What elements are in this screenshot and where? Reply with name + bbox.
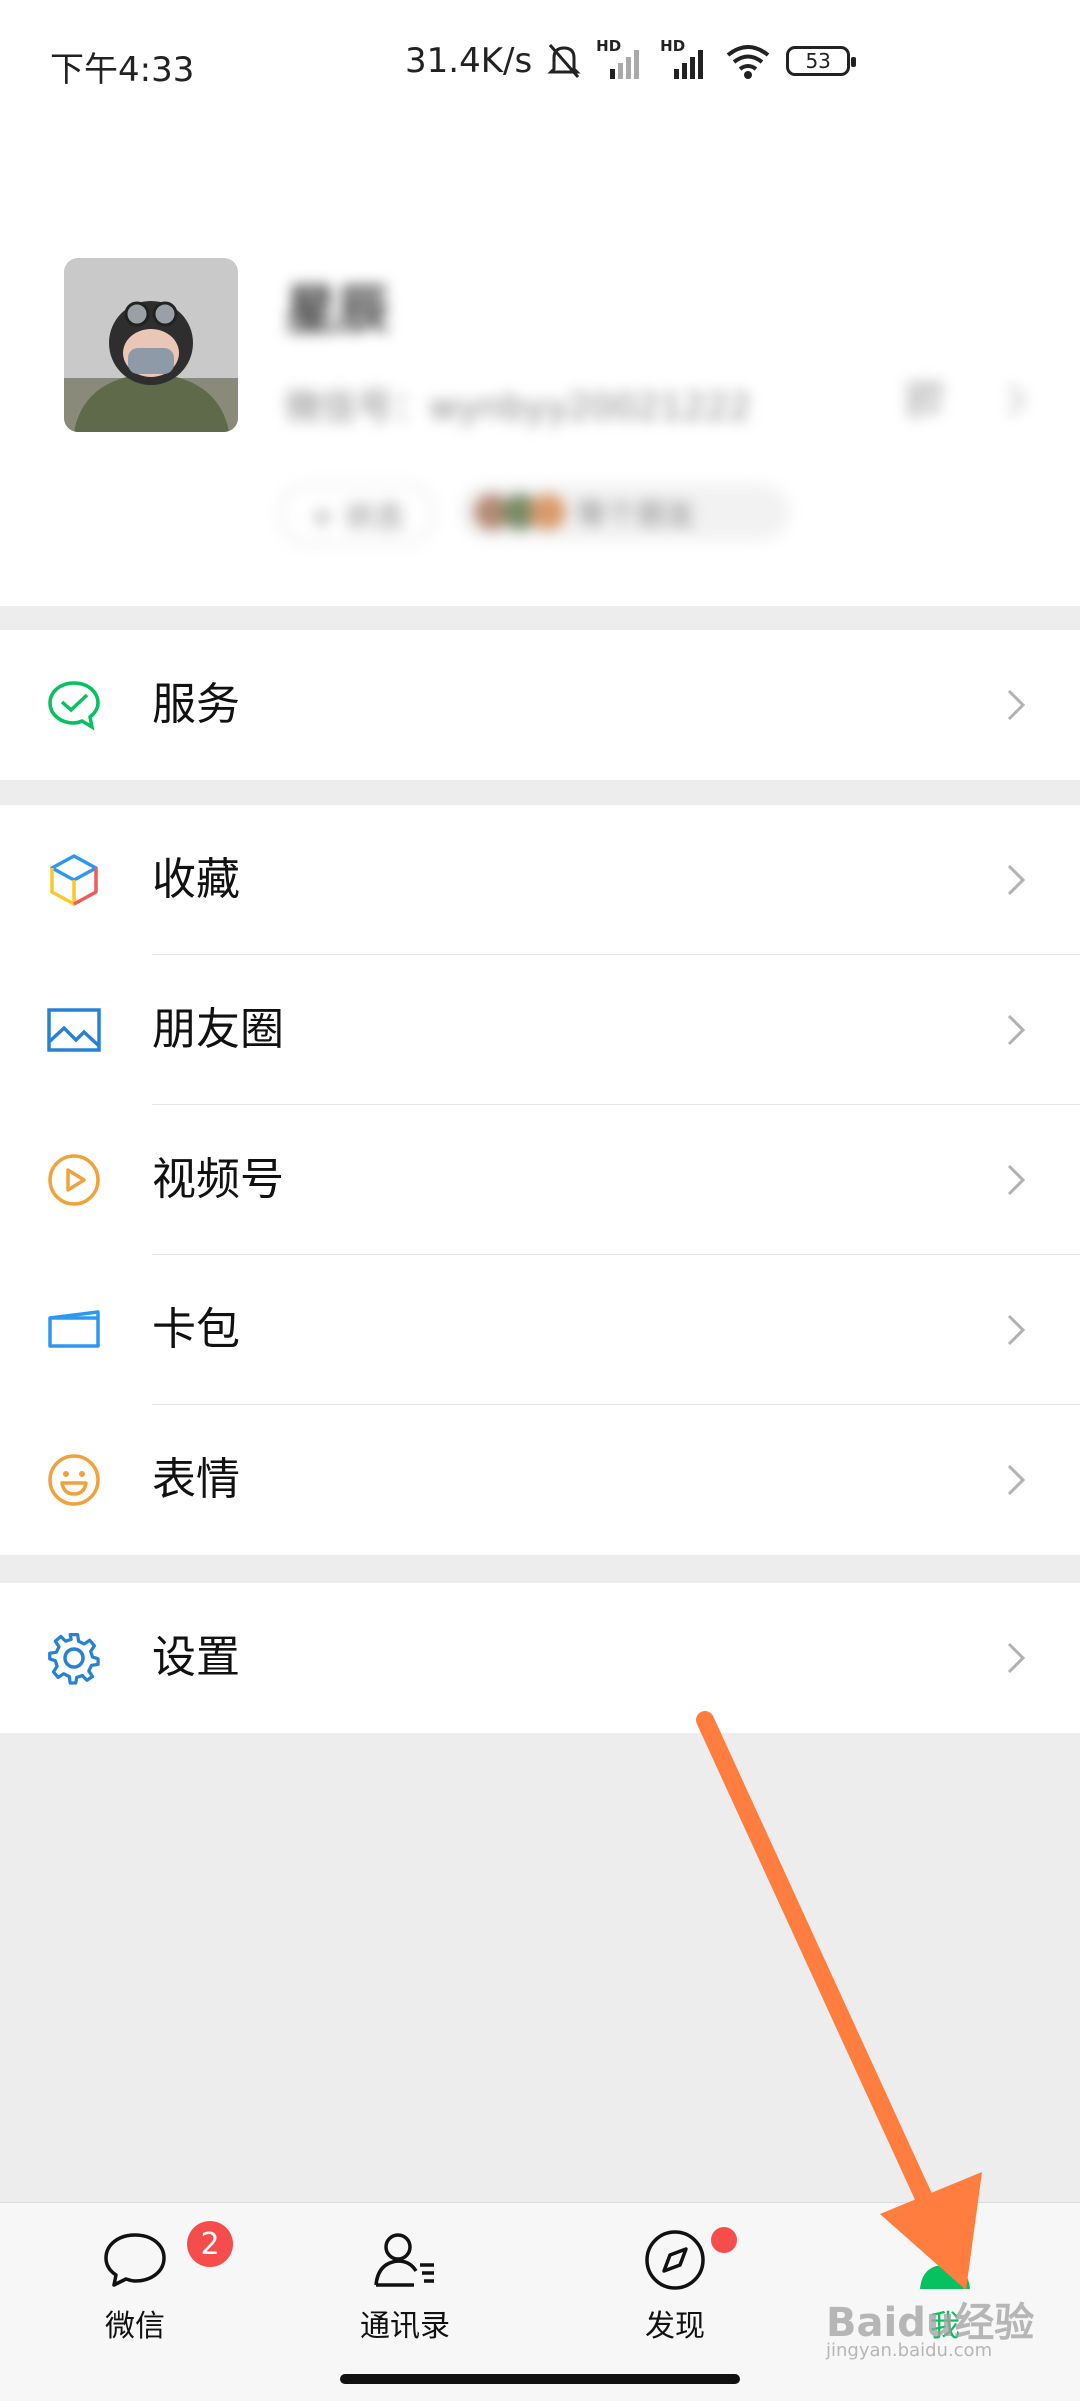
watermark-url: jingyan.baidu.com [826,2340,993,2361]
menu-item-channels[interactable]: 视频号 [0,1105,1080,1255]
wechat-id: 微信号：wynbyy20021222 [285,387,752,428]
friends-label: 等个朋友 [576,498,696,533]
mute-bell-icon [547,44,581,78]
menu-item-service[interactable]: 服务 [0,630,1080,780]
chevron-right-icon [1007,1464,1026,1496]
unread-badge: 2 [187,2221,233,2267]
tab-label: 发现 [645,2309,705,2344]
menu-label: 卡包 [152,1304,240,1355]
chevron-right-icon[interactable] [1005,382,1027,418]
tab-contacts[interactable]: 通讯录 [305,2203,505,2373]
net-speed: 31.4K/s [405,41,533,81]
friends-status-pill[interactable]: 等个朋友 [460,484,790,540]
card-wallet-icon [48,1310,100,1348]
chevron-right-icon [1007,1014,1026,1046]
chevron-right-icon [1007,1642,1026,1674]
wifi-icon [726,45,770,79]
avatar[interactable] [64,258,238,432]
chat-bubble-icon [104,2233,166,2287]
tab-discover[interactable]: 发现 [575,2203,775,2373]
moments-picture-icon [47,1008,101,1052]
compass-icon [645,2230,705,2290]
status-time: 下午4:33 [50,50,195,90]
status-bar: 下午4:33 31.4K/s HD HD 53 [0,0,1080,120]
tab-chats[interactable]: 2 微信 [35,2203,235,2373]
menu-item-moments[interactable]: 朋友圈 [0,955,1080,1105]
menu-label: 表情 [152,1454,240,1505]
stickers-smile-icon [48,1454,100,1506]
qr-code-icon[interactable] [908,382,942,416]
menu-item-favorites[interactable]: 收藏 [0,805,1080,955]
menu-label: 服务 [152,679,240,730]
service-section: 服务 [0,630,1080,780]
signal-1-icon: HD [596,37,646,81]
menu-item-settings[interactable]: 设置 [0,1583,1080,1733]
features-section: 收藏 朋友圈 视频号 卡包 表情 [0,805,1080,1555]
channels-play-icon [48,1154,100,1206]
home-indicator[interactable] [340,2374,740,2384]
settings-section: 设置 [0,1583,1080,1733]
menu-item-card-wallet[interactable]: 卡包 [0,1255,1080,1405]
notification-dot [711,2227,737,2253]
profile-header[interactable]: 星辰 微信号：wynbyy20021222 + 状态 等个朋友 [0,120,1080,606]
tab-label: 微信 [105,2309,165,2344]
tab-label: 通讯录 [360,2309,450,2344]
signal-2-icon: HD [660,37,710,81]
menu-label: 视频号 [152,1154,284,1205]
chevron-right-icon [1007,1314,1026,1346]
menu-label: 设置 [152,1632,240,1683]
status-indicators: 31.4K/s HD HD 53 [405,36,857,86]
service-icon [48,681,100,731]
chevron-right-icon [1007,1164,1026,1196]
menu-item-stickers[interactable]: 表情 [0,1405,1080,1555]
settings-gear-icon [48,1633,100,1685]
friend-avatar [530,494,566,530]
battery-icon: 53 [786,46,857,76]
menu-label: 收藏 [152,854,240,905]
me-person-icon [920,2236,970,2289]
contacts-person-icon [374,2233,434,2287]
menu-label: 朋友圈 [152,1004,284,1055]
status-button[interactable]: + 状态 [280,484,434,544]
favorites-cube-icon [50,854,98,906]
chevron-right-icon [1007,864,1026,896]
chevron-right-icon [1007,689,1026,721]
profile-name: 星辰 [285,281,390,341]
